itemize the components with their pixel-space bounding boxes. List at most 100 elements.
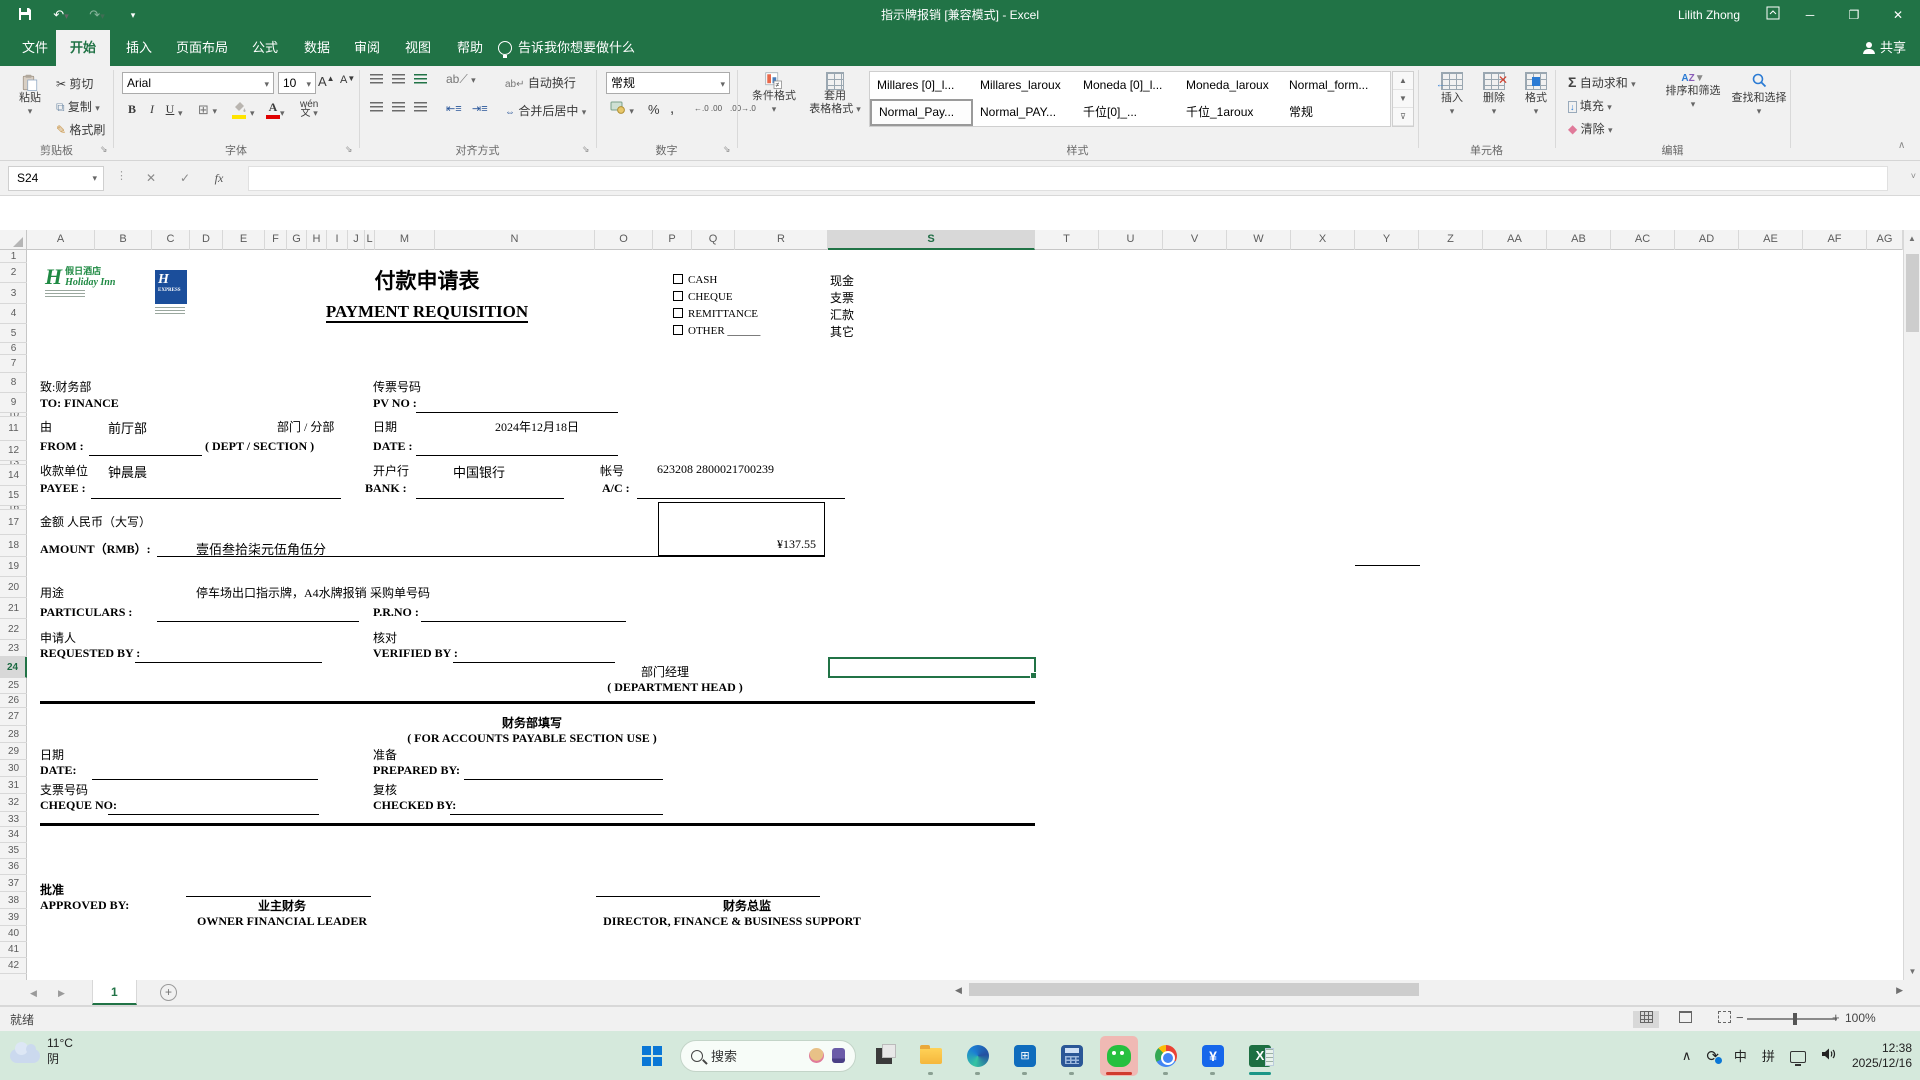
gallery-scroll[interactable]: ▲ ▼ ⊽ xyxy=(1392,71,1414,127)
column-header[interactable]: X xyxy=(1291,230,1355,250)
row-header[interactable]: 32 xyxy=(0,794,27,812)
shrink-font-icon[interactable]: A▼ xyxy=(340,74,355,86)
number-format-combo[interactable]: 常规 ▾ xyxy=(606,72,730,94)
zoom-level[interactable]: 100% xyxy=(1845,1011,1876,1025)
column-header[interactable]: AD xyxy=(1675,230,1739,250)
column-header[interactable]: I xyxy=(327,230,348,250)
find-select-button[interactable]: 查找和选择 ▾ xyxy=(1728,72,1790,118)
autosum-button[interactable]: Σ 自动求和 ▾ xyxy=(1568,74,1636,91)
cell-style-chip[interactable]: Moneda_laroux xyxy=(1179,72,1282,99)
font-name-combo[interactable]: Arial ▾ xyxy=(122,72,274,94)
row-header[interactable]: 24 xyxy=(0,657,27,678)
tab-review[interactable]: 审阅 xyxy=(340,30,394,66)
column-header[interactable]: F xyxy=(265,230,287,250)
tab-home[interactable]: 开始 xyxy=(56,30,111,66)
zoom-out-icon[interactable]: − xyxy=(1736,1010,1744,1025)
row-header[interactable]: 27 xyxy=(0,708,27,726)
font-color-icon[interactable]: A xyxy=(266,100,280,119)
increase-decimal-icon[interactable]: ←.0 .00 xyxy=(694,104,722,113)
checkbox-icon[interactable] xyxy=(673,308,683,318)
align-top-icon[interactable] xyxy=(370,74,383,88)
horizontal-scrollbar[interactable]: ◀ ▶ xyxy=(955,982,1903,998)
close-button[interactable]: ✕ xyxy=(1876,0,1920,30)
merge-center-button[interactable]: ⇔ 合并后居中 ▾ xyxy=(505,102,601,119)
checkbox-icon[interactable] xyxy=(673,325,683,335)
percent-style-icon[interactable]: % xyxy=(648,102,660,117)
network-display-icon[interactable] xyxy=(1789,1050,1806,1066)
row-header[interactable]: 26 xyxy=(0,694,27,708)
formula-input[interactable] xyxy=(248,166,1888,191)
yuan-app-button[interactable]: ¥ xyxy=(1194,1036,1232,1076)
accounting-format-icon[interactable]: ▾ xyxy=(610,100,634,117)
column-header[interactable]: G xyxy=(287,230,307,250)
column-header[interactable]: T xyxy=(1035,230,1099,250)
edge-button[interactable] xyxy=(959,1036,997,1076)
conditional-formatting-button[interactable]: ≠ 条件格式 ▾ xyxy=(748,72,800,116)
column-header[interactable]: AB xyxy=(1547,230,1611,250)
fill-button[interactable]: ↓ 填充 ▾ xyxy=(1568,97,1612,114)
taskbar-search[interactable]: 搜索 xyxy=(680,1039,856,1072)
column-header[interactable]: D xyxy=(190,230,223,250)
new-sheet-icon[interactable]: + xyxy=(160,984,177,1001)
cell-style-chip[interactable]: Millares_laroux xyxy=(973,72,1076,99)
page-layout-view-icon[interactable] xyxy=(1672,1011,1698,1028)
row-header[interactable]: 40 xyxy=(0,926,27,942)
normal-view-icon[interactable] xyxy=(1633,1011,1659,1028)
column-header[interactable]: AE xyxy=(1739,230,1803,250)
tab-formulas[interactable]: 公式 xyxy=(238,30,292,66)
bold-button[interactable]: B xyxy=(124,102,140,117)
calculator-button[interactable] xyxy=(1053,1036,1091,1076)
clipboard-dialog-launcher-icon[interactable]: ⇘ xyxy=(100,144,108,155)
format-cells-button[interactable]: 格式 ▾ xyxy=(1516,72,1556,118)
insert-function-icon[interactable]: fx xyxy=(206,166,232,191)
ribbon-display-options-icon[interactable] xyxy=(1758,6,1788,25)
column-header[interactable]: Q xyxy=(692,230,735,250)
cell-style-chip[interactable]: 千位_1aroux xyxy=(1179,99,1282,126)
ime-pinyin-indicator[interactable]: 拼 xyxy=(1762,1046,1775,1065)
column-header[interactable]: S xyxy=(828,230,1035,250)
cell-style-chip[interactable]: Normal_form... xyxy=(1282,72,1385,99)
borders-icon[interactable]: ⊞ ▾ xyxy=(198,102,217,118)
row-header[interactable]: 17 xyxy=(0,510,27,535)
row-header[interactable]: 1 xyxy=(0,250,27,263)
row-header[interactable]: 2 xyxy=(0,263,27,283)
column-header[interactable]: U xyxy=(1099,230,1163,250)
sheet-prev-icon[interactable]: ◀ xyxy=(30,980,37,1006)
underline-dropdown-icon[interactable]: ▾ xyxy=(178,108,183,119)
collapse-ribbon-icon[interactable]: ∧ xyxy=(1898,140,1905,151)
align-center-icon[interactable] xyxy=(392,102,405,116)
cell-style-chip[interactable]: 千位[0]_... xyxy=(1076,99,1179,126)
column-header[interactable]: A xyxy=(27,230,95,250)
column-header[interactable]: B xyxy=(95,230,152,250)
column-header[interactable]: R xyxy=(735,230,828,250)
scroll-left-icon[interactable]: ◀ xyxy=(955,982,962,998)
column-header[interactable]: Y xyxy=(1355,230,1419,250)
row-header[interactable]: 3 xyxy=(0,283,27,304)
row-header[interactable]: 35 xyxy=(0,843,27,859)
start-button[interactable] xyxy=(633,1036,671,1076)
ime-language-indicator[interactable]: 中 xyxy=(1734,1046,1747,1065)
cell-style-chip[interactable]: Moneda [0]_l... xyxy=(1076,72,1179,99)
column-header[interactable]: P xyxy=(653,230,692,250)
row-header[interactable]: 4 xyxy=(0,304,27,324)
column-header[interactable]: AC xyxy=(1611,230,1675,250)
row-header[interactable]: 30 xyxy=(0,760,27,777)
column-header[interactable]: H xyxy=(307,230,327,250)
column-header[interactable]: M xyxy=(375,230,435,250)
zoom-thumb[interactable] xyxy=(1793,1013,1797,1025)
sort-filter-button[interactable]: AZ▼ 排序和筛选 ▾ xyxy=(1662,72,1724,111)
alignment-dialog-launcher-icon[interactable]: ⇘ xyxy=(582,144,590,155)
task-view-button[interactable] xyxy=(865,1036,903,1076)
column-header[interactable]: E xyxy=(223,230,265,250)
namebox-splitter[interactable]: ⋮ xyxy=(116,169,127,182)
file-explorer-button[interactable] xyxy=(912,1036,950,1076)
horizontal-scroll-thumb[interactable] xyxy=(969,983,1419,996)
row-header[interactable]: 5 xyxy=(0,324,27,343)
cell-style-chip[interactable]: Normal_Pay... xyxy=(870,99,973,126)
column-header[interactable]: C xyxy=(152,230,190,250)
format-painter-button[interactable]: ✎ 格式刷 xyxy=(56,121,116,138)
zoom-in-icon[interactable]: + xyxy=(1832,1010,1840,1025)
row-header[interactable]: 28 xyxy=(0,726,27,743)
font-dialog-launcher-icon[interactable]: ⇘ xyxy=(345,144,353,155)
row-header[interactable]: 6 xyxy=(0,343,27,355)
